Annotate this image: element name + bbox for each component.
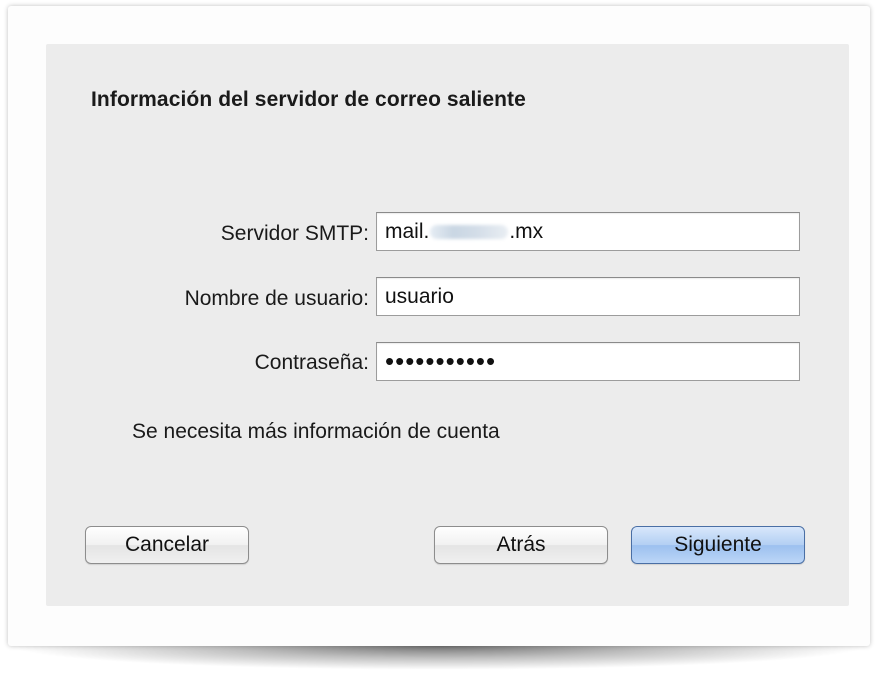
info-message: Se necesita más información de cuenta bbox=[132, 420, 500, 443]
next-button[interactable]: Siguiente bbox=[631, 526, 805, 564]
cancel-button[interactable]: Cancelar bbox=[85, 526, 249, 564]
smtp-server-field[interactable]: mail. .mx bbox=[376, 212, 800, 251]
back-button[interactable]: Atrás bbox=[434, 526, 608, 564]
mail-setup-dialog: Información del servidor de correo salie… bbox=[46, 44, 849, 606]
password-label: Contraseña: bbox=[254, 351, 369, 374]
smtp-server-label: Servidor SMTP: bbox=[220, 222, 369, 245]
smtp-server-value-suffix: .mx bbox=[509, 220, 544, 243]
redacted-domain-blur bbox=[430, 225, 509, 240]
username-field[interactable] bbox=[376, 277, 800, 316]
password-field[interactable] bbox=[376, 342, 800, 381]
dialog-title: Información del servidor de correo salie… bbox=[91, 88, 526, 111]
smtp-server-value-prefix: mail. bbox=[385, 220, 430, 243]
frame-shadow bbox=[8, 646, 870, 670]
username-label: Nombre de usuario: bbox=[184, 287, 369, 310]
